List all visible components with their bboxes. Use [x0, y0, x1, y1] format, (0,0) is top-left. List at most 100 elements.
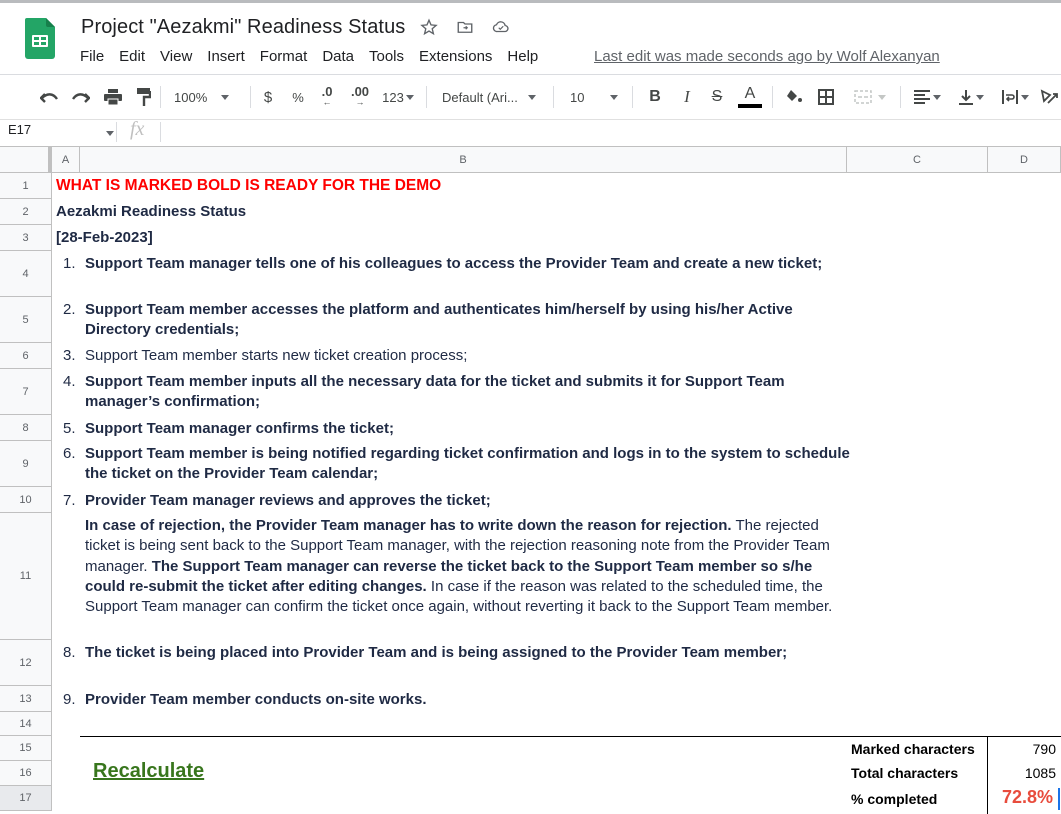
- vertical-align-button[interactable]: [952, 78, 990, 116]
- column-header-b[interactable]: B: [80, 146, 847, 173]
- row-header-17[interactable]: 17: [0, 786, 52, 811]
- toolbar-divider: [900, 86, 901, 108]
- decrease-decimal-button[interactable]: .0 ←: [314, 78, 340, 116]
- undo-button[interactable]: [36, 78, 62, 116]
- row-header-7[interactable]: 7: [0, 369, 52, 415]
- text-wrapping-button[interactable]: [996, 78, 1034, 116]
- fill-color-button[interactable]: [782, 78, 806, 116]
- format-percent-button[interactable]: %: [288, 78, 308, 116]
- move-to-folder-icon[interactable]: [454, 16, 476, 38]
- row-header-2[interactable]: 2: [0, 199, 52, 225]
- chevron-down-icon: [221, 94, 230, 100]
- row-header-4[interactable]: 4: [0, 251, 52, 297]
- rejection-note-cell[interactable]: In case of rejection, the Provider Team …: [85, 516, 855, 617]
- toolbar-divider: [553, 86, 554, 108]
- selected-cell-indicator: [1058, 788, 1060, 810]
- star-icon[interactable]: [418, 16, 440, 38]
- formula-bar-divider: [0, 119, 1061, 120]
- column-header-a[interactable]: A: [52, 146, 80, 173]
- cloud-saved-icon[interactable]: [490, 16, 512, 38]
- format-currency-button[interactable]: $: [258, 78, 278, 116]
- date-cell[interactable]: [28-Feb-2023]: [56, 228, 153, 248]
- heading-cell[interactable]: Aezakmi Readiness Status: [56, 202, 246, 222]
- stats-column-border: [987, 736, 988, 814]
- paint-format-button[interactable]: [132, 78, 156, 116]
- total-characters-label: Total characters: [851, 765, 959, 781]
- chevron-down-icon: [932, 94, 941, 100]
- strikethrough-button[interactable]: S: [706, 78, 728, 116]
- menu-insert[interactable]: Insert: [207, 48, 245, 65]
- percent-completed-value[interactable]: 72.8%: [1002, 787, 1053, 808]
- arrow-left-icon: ←: [322, 97, 332, 107]
- horizontal-align-button[interactable]: [908, 78, 946, 116]
- chevron-down-icon: [878, 94, 886, 100]
- row-header-3[interactable]: 3: [0, 225, 52, 251]
- font-size-select[interactable]: 10: [570, 78, 630, 116]
- menu-view[interactable]: View: [160, 48, 192, 65]
- menu-format[interactable]: Format: [260, 48, 308, 65]
- zoom-select[interactable]: 100%: [174, 78, 242, 116]
- stats-top-border: [80, 736, 1061, 737]
- text-wrap-icon: [1001, 90, 1018, 104]
- row-header-9[interactable]: 9: [0, 441, 52, 487]
- redo-icon: [72, 93, 90, 103]
- menu-data[interactable]: Data: [322, 48, 354, 65]
- sheets-logo-icon[interactable]: [25, 18, 55, 59]
- row-header-6[interactable]: 6: [0, 343, 52, 369]
- redo-button[interactable]: [68, 78, 94, 116]
- chevron-down-icon: [1020, 94, 1029, 100]
- recalculate-link[interactable]: Recalculate: [93, 760, 204, 783]
- row-header-11[interactable]: 11: [0, 513, 52, 640]
- toolbar-divider: [160, 86, 161, 108]
- banner-cell[interactable]: WHAT IS MARKED BOLD IS READY FOR THE DEM…: [56, 176, 441, 196]
- row-header-16[interactable]: 16: [0, 761, 52, 786]
- italic-button[interactable]: I: [676, 78, 698, 116]
- chevron-down-icon: [975, 94, 984, 100]
- chevron-down-icon: [527, 94, 536, 100]
- text-color-button[interactable]: A: [736, 78, 764, 116]
- arrow-right-icon: →: [355, 97, 365, 107]
- column-header-d[interactable]: D: [988, 146, 1061, 173]
- row-header-8[interactable]: 8: [0, 415, 52, 441]
- align-left-icon: [913, 90, 930, 104]
- last-edit-link[interactable]: Last edit was made seconds ago by Wolf A…: [594, 48, 940, 65]
- row-header-12[interactable]: 12: [0, 640, 52, 686]
- row-header-15[interactable]: 15: [0, 736, 52, 761]
- toolbar: 100% $ % .0 ← .00 → 123 Default (Ari... …: [0, 78, 1061, 116]
- merge-cells-button[interactable]: [848, 78, 892, 116]
- print-button[interactable]: [100, 78, 126, 116]
- text-rotation-icon: [1040, 89, 1058, 104]
- more-formats-select[interactable]: 123: [378, 78, 418, 116]
- increase-decimal-button[interactable]: .00 →: [346, 78, 374, 116]
- document-title[interactable]: Project "Aezakmi" Readiness Status: [81, 16, 405, 39]
- select-all-corner[interactable]: [0, 146, 52, 173]
- total-characters-value[interactable]: 1085: [1025, 765, 1056, 781]
- font-family-select[interactable]: Default (Ari...: [442, 78, 546, 116]
- chevron-down-icon: [405, 94, 414, 100]
- menu-bar: File Edit View Insert Format Data Tools …: [80, 48, 553, 65]
- toolbar-divider: [250, 86, 251, 108]
- menu-file[interactable]: File: [80, 48, 104, 65]
- print-icon: [104, 89, 122, 105]
- borders-button[interactable]: [814, 78, 838, 116]
- marked-characters-value[interactable]: 790: [1033, 741, 1056, 757]
- row-header-13[interactable]: 13: [0, 686, 52, 712]
- header-divider: [0, 74, 1061, 75]
- bold-button[interactable]: B: [644, 78, 666, 116]
- toolbar-divider: [632, 86, 633, 108]
- menu-extensions[interactable]: Extensions: [419, 48, 492, 65]
- column-header-c[interactable]: C: [847, 146, 988, 173]
- menu-help[interactable]: Help: [507, 48, 538, 65]
- text-rotation-button[interactable]: [1038, 78, 1060, 116]
- name-box-chevron-down-icon[interactable]: [106, 131, 114, 136]
- row-header-14[interactable]: 14: [0, 712, 52, 736]
- fx-icon: fx: [130, 118, 145, 140]
- formula-bar-separator: [116, 122, 117, 142]
- paint-format-icon: [137, 88, 151, 106]
- menu-edit[interactable]: Edit: [119, 48, 145, 65]
- row-header-10[interactable]: 10: [0, 487, 52, 513]
- row-header-5[interactable]: 5: [0, 297, 52, 343]
- row-header-1[interactable]: 1: [0, 173, 52, 199]
- menu-tools[interactable]: Tools: [369, 48, 404, 65]
- name-box[interactable]: E17: [8, 122, 31, 137]
